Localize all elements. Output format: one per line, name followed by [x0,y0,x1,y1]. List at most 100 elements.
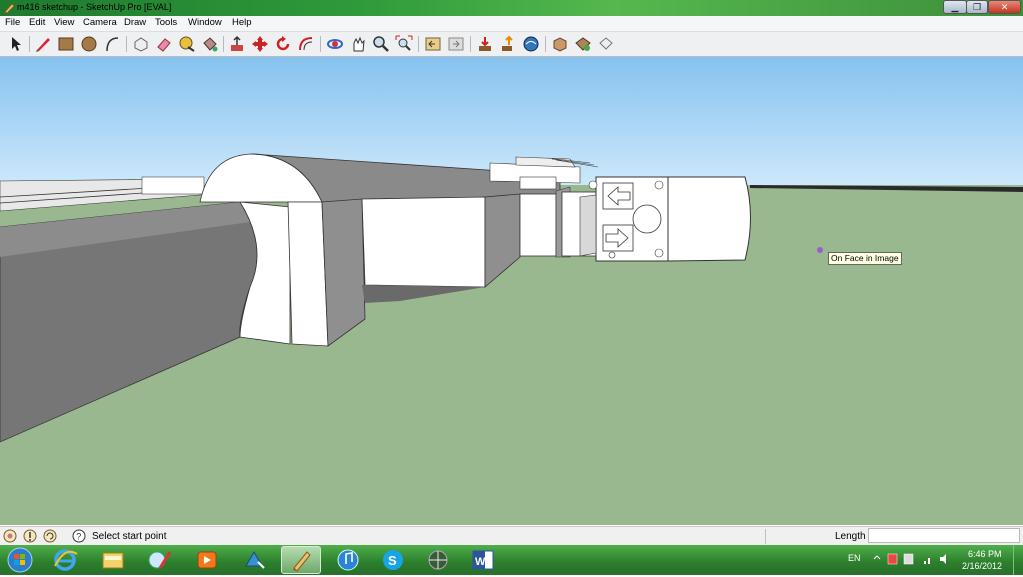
tray-expand-icon[interactable] [873,555,881,560]
inference-tooltip: On Face in Image [828,252,902,265]
share-component-icon[interactable] [522,35,540,53]
receiver-side [321,198,366,347]
mid-plate [519,176,557,190]
select-icon[interactable] [7,35,25,53]
menu-window[interactable]: Window [188,17,222,28]
status-message: Select start point [92,531,167,542]
length-label: Length [835,531,866,542]
drawing-area[interactable]: On Face in Image [0,57,1023,525]
taskbar: S W EN 6:46 PM 2/16/2012 [0,545,1023,575]
network-app-icon[interactable] [418,546,458,574]
toolbar-separator [29,36,30,52]
title-bar: m416 sketchup - SketchUp Pro [EVAL] ▁ ❐ … [0,0,1023,16]
menu-camera[interactable]: Camera [83,17,117,28]
toolbar [0,32,1023,57]
network-icon[interactable] [922,558,930,564]
window-title: m416 sketchup - SketchUp Pro [EVAL] [17,2,172,12]
toolbar-separator [126,36,127,52]
inference-point [817,247,823,253]
get-models-icon[interactable] [476,35,494,53]
receiver-shadow [362,285,485,303]
stock-pin [654,248,664,258]
receiver-panel-side [484,193,521,288]
battery-icon[interactable] [903,553,914,565]
toolbar-separator [320,36,321,52]
mid-block [519,193,557,257]
pencil-icon[interactable] [34,35,52,53]
itunes-icon[interactable] [328,546,368,574]
svg-text:?: ? [76,532,81,542]
horizon-edge [750,185,1023,192]
top-rail-cap [515,156,576,168]
close-button[interactable]: ✕ [988,0,1021,14]
sketchup-icon[interactable] [281,546,321,574]
file-explorer-icon[interactable] [93,546,133,574]
credits-icon[interactable] [23,529,37,543]
zoom-icon[interactable] [372,35,390,53]
stock-joint [579,194,597,257]
eraser-icon[interactable] [155,35,173,53]
recycle-app-icon[interactable] [234,546,274,574]
previous-view-icon[interactable] [424,35,442,53]
stock-pin [654,180,664,190]
buttstock-cylinder [667,176,751,262]
volume-icon[interactable] [940,554,946,564]
materials-icon[interactable] [574,35,592,53]
share-model-icon[interactable] [499,35,517,53]
toolbar-separator [545,36,546,52]
toolbar-separator [470,36,471,52]
rectangle-icon[interactable] [57,35,75,53]
stock-pin [588,180,598,190]
instructor-icon[interactable] [43,529,57,543]
show-desktop-button[interactable] [1013,545,1023,575]
menu-file[interactable]: File [5,17,20,28]
svg-text:S: S [388,553,397,568]
stock-pin [608,251,616,259]
clock-time[interactable]: 6:46 PM [968,549,1002,559]
geo-location-icon[interactable] [3,529,17,543]
menu-help[interactable]: Help [232,17,252,28]
model-scene[interactable] [0,57,1023,525]
tape-measure-icon[interactable] [178,35,196,53]
menu-view[interactable]: View [54,17,74,28]
paint-icon[interactable] [140,546,180,574]
components-icon[interactable] [551,35,569,53]
pan-icon[interactable] [349,35,367,53]
skype-icon[interactable]: S [373,546,413,574]
menu-tools[interactable]: Tools [155,17,177,28]
word-icon[interactable]: W [463,546,503,574]
status-divider [765,529,766,544]
rail-block [141,176,205,195]
system-tray [873,553,946,565]
start-button[interactable] [4,546,36,574]
toolbar-separator [223,36,224,52]
make-component-icon[interactable] [132,35,150,53]
maximize-button[interactable]: ❐ [966,0,988,14]
zoom-extents-icon[interactable] [395,35,413,53]
stock-circle [632,204,662,234]
action-center-icon[interactable] [887,553,898,565]
help-icon[interactable]: ? [72,529,86,543]
clock-date[interactable]: 2/16/2012 [962,561,1002,571]
orbit-icon[interactable] [326,35,344,53]
rotate-icon[interactable] [274,35,292,53]
move-icon[interactable] [251,35,269,53]
circle-icon[interactable] [80,35,98,53]
internet-explorer-icon[interactable] [45,546,85,574]
paint-bucket-icon[interactable] [201,35,219,53]
next-view-icon[interactable] [447,35,465,53]
menu-edit[interactable]: Edit [29,17,45,28]
length-input[interactable] [868,528,1020,543]
toolbar-separator [418,36,419,52]
language-indicator[interactable]: EN [848,553,861,563]
offset-icon[interactable] [297,35,315,53]
arc-icon[interactable] [103,35,121,53]
menu-draw[interactable]: Draw [124,17,146,28]
minimize-button[interactable]: ▁ [943,0,967,14]
media-player-icon[interactable] [187,546,227,574]
receiver-front [287,201,329,347]
status-bar: ? Select start point Length [0,526,1023,546]
push-pull-icon[interactable] [228,35,246,53]
sketchup-app-icon [4,3,15,14]
styles-icon[interactable] [597,35,615,53]
